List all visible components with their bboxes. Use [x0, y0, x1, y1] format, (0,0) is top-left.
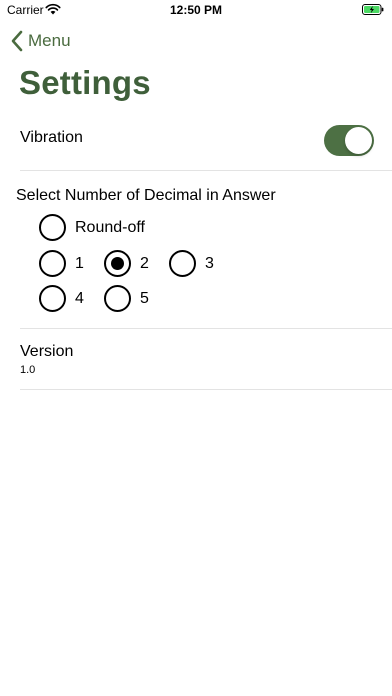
radio-button-2[interactable] — [104, 250, 131, 277]
radio-button-5[interactable] — [104, 285, 131, 312]
vibration-toggle[interactable] — [324, 125, 374, 156]
radio-button-round-off[interactable] — [39, 214, 66, 241]
settings-screen: Carrier 12:50 PM Menu Settings Vibration… — [0, 0, 392, 696]
decimal-heading: Select Number of Decimal in Answer — [16, 187, 276, 204]
radio-option-5[interactable]: 5 — [104, 285, 149, 312]
radio-option-3[interactable]: 3 — [169, 250, 214, 277]
radio-option-1[interactable]: 1 — [39, 250, 84, 277]
radio-label-3: 3 — [205, 254, 214, 272]
divider — [20, 389, 392, 390]
divider — [20, 170, 392, 171]
radio-label-2: 2 — [140, 254, 149, 272]
status-bar: Carrier 12:50 PM — [0, 0, 392, 22]
divider — [20, 328, 392, 329]
radio-button-3[interactable] — [169, 250, 196, 277]
radio-button-4[interactable] — [39, 285, 66, 312]
radio-label-5: 5 — [140, 289, 149, 307]
radio-option-round-off[interactable]: Round-off — [39, 214, 145, 241]
vibration-label: Vibration — [20, 129, 83, 146]
battery-charging-icon — [362, 4, 384, 15]
chevron-left-icon — [11, 30, 23, 52]
radio-label-1: 1 — [75, 254, 84, 272]
back-button-label: Menu — [28, 31, 71, 50]
page-title: Settings — [19, 64, 151, 101]
clock-time: 12:50 PM — [169, 3, 223, 17]
toggle-knob — [345, 127, 372, 154]
back-button[interactable]: Menu — [10, 29, 71, 53]
radio-label-round-off: Round-off — [75, 218, 145, 236]
version-value: 1.0 — [20, 364, 36, 376]
radio-label-4: 4 — [75, 289, 84, 307]
radio-button-1[interactable] — [39, 250, 66, 277]
version-label: Version — [20, 343, 74, 360]
radio-option-2[interactable]: 2 — [104, 250, 149, 277]
radio-option-4[interactable]: 4 — [39, 285, 84, 312]
